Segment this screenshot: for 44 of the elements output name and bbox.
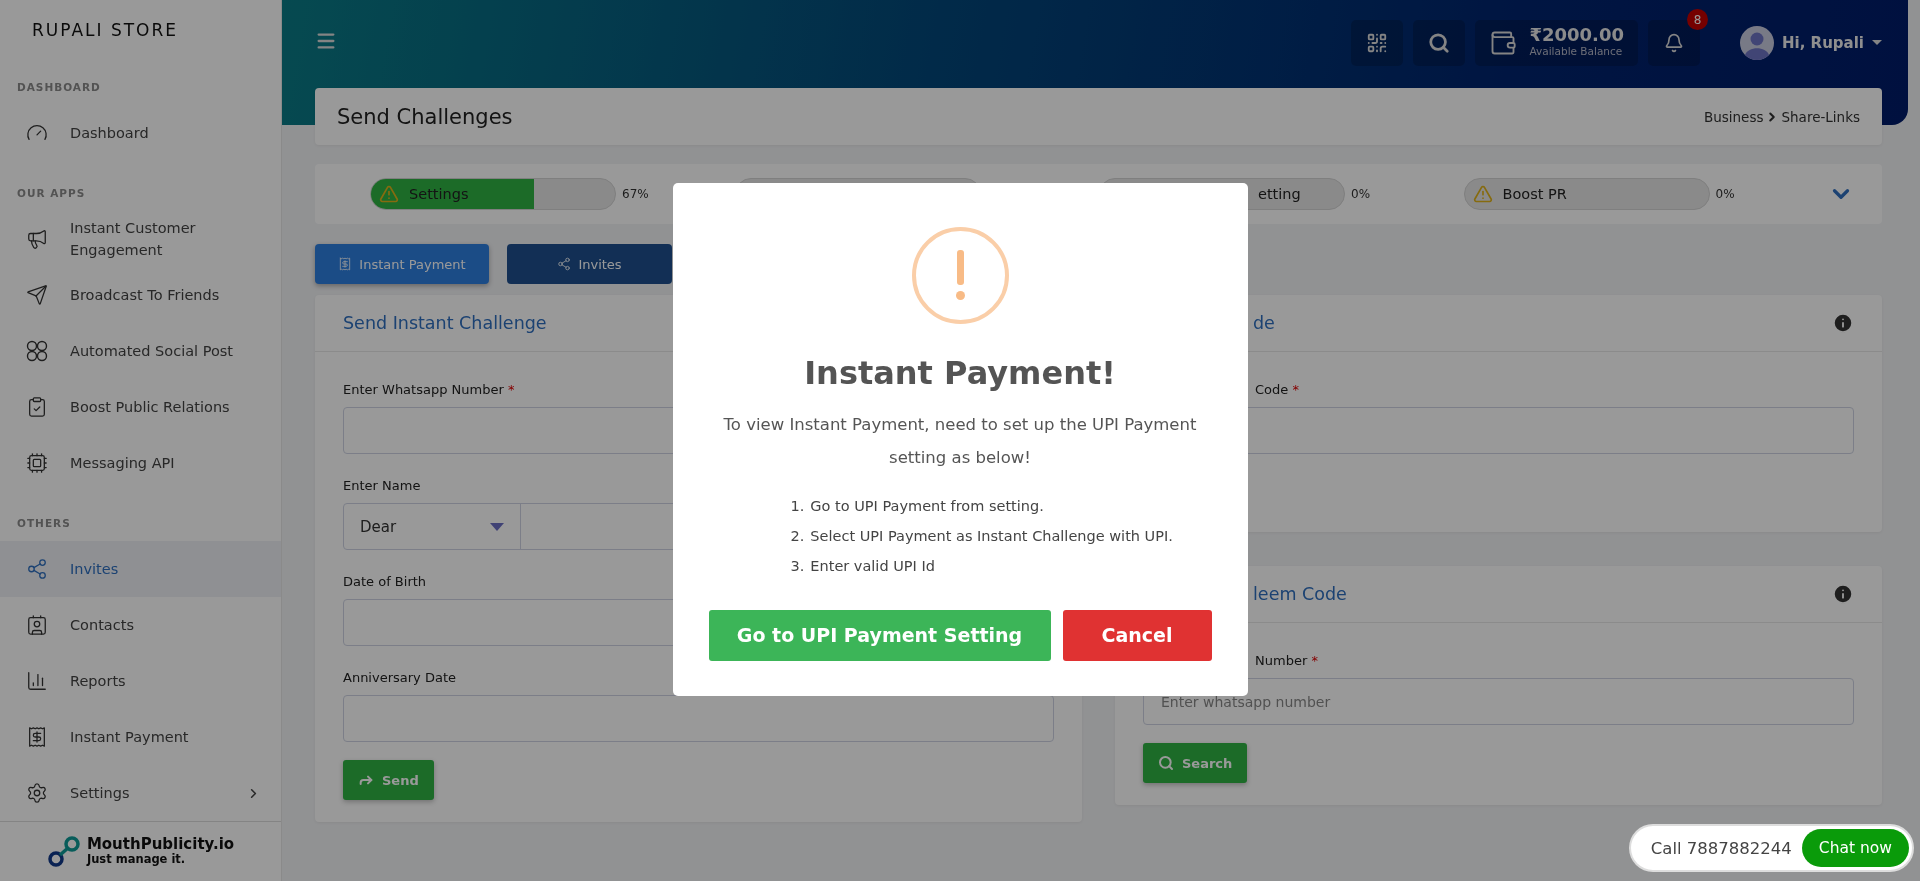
sidebar-item-label: Contacts: [70, 616, 135, 636]
progress-reading: 0%: [1351, 187, 1371, 201]
section-heading: OTHERS: [16, 516, 72, 532]
section-heading: DASHBOARD: [16, 80, 102, 96]
sidebar-item-label: Boost Public Relations: [70, 398, 231, 418]
sidebar-item-label: Automated Social Post: [70, 342, 235, 362]
field-label: Number *: [1255, 653, 1318, 668]
dialog-title: Instant Payment!: [804, 353, 1116, 392]
step-number: 3.: [790, 557, 805, 574]
progress-label: etting: [1258, 186, 1301, 202]
dialog-message: To view Instant Payment, need to set up the UPI Payment setting as below!: [722, 413, 1198, 469]
progress-reading: 67%: [622, 187, 649, 201]
brand-name: RUPALI STORE: [31, 19, 180, 42]
field-label: Enter Whatsapp Number *: [343, 382, 515, 397]
sidebar-item-label: Invites: [70, 560, 120, 580]
balance-amount: ₹2000.00: [1529, 27, 1624, 43]
step-text: Select UPI Payment as Instant Challenge with UPI.: [810, 527, 1173, 544]
field-label: Enter Name: [343, 478, 421, 493]
logo-tagline: Just manage it.: [86, 851, 186, 867]
sidebar-item-label: Dashboard: [70, 124, 150, 144]
progress-label: Settings: [409, 186, 469, 202]
section-heading: OUR APPS: [16, 186, 87, 202]
sidebar-item-label: Instant Customer Engagement: [70, 219, 197, 261]
step-text: Go to UPI Payment from setting.: [810, 497, 1044, 514]
progress-reading: 0%: [1715, 187, 1735, 201]
logo-name: MouthPublicity.io: [86, 836, 235, 852]
sidebar-item-label: Settings: [70, 784, 131, 804]
field-label: Anniversary Date: [343, 670, 456, 685]
sidebar-item-label: Messaging API: [70, 454, 176, 474]
panel-title: Send Instant Challenge: [343, 313, 547, 333]
field-label: Code *: [1255, 382, 1299, 397]
sidebar-item-label: Reports: [70, 672, 127, 692]
step-number: 1.: [790, 497, 805, 514]
field-label: Date of Birth: [343, 574, 427, 589]
balance-label: Available Balance: [1529, 44, 1624, 59]
notification-count: 8: [1687, 9, 1708, 30]
page-title: Send Challenges: [337, 104, 513, 129]
panel-title: de: [1253, 313, 1275, 333]
sidebar-item-label: Instant Payment: [70, 728, 190, 748]
progress-label: Boost PR: [1502, 186, 1567, 202]
sidebar-item-label: Broadcast To Friends: [70, 286, 221, 306]
step-number: 2.: [790, 527, 805, 544]
step-text: Enter valid UPI Id: [810, 557, 935, 574]
panel-title: leem Code: [1253, 584, 1347, 604]
